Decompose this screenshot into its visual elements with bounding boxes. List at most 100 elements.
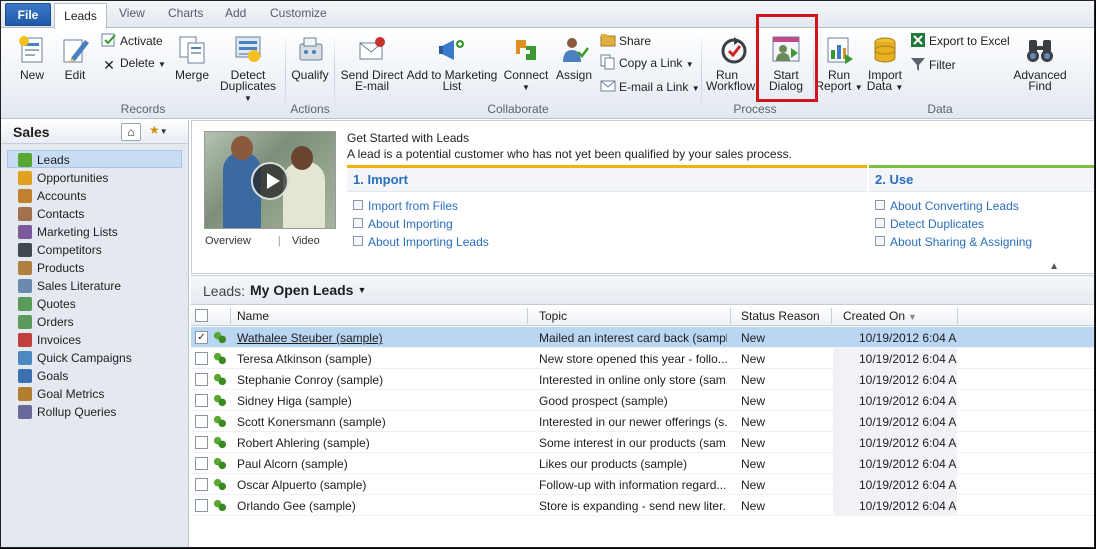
import-data-button[interactable]: Import Data ▼ bbox=[865, 34, 905, 93]
lead-name-link[interactable]: Oscar Alpuerto (sample) bbox=[237, 478, 522, 492]
home-icon[interactable]: ⌂ bbox=[121, 123, 141, 141]
advanced-find-label-2: Find bbox=[1028, 79, 1052, 93]
select-all-checkbox[interactable] bbox=[195, 309, 208, 322]
edit-button[interactable]: Edit bbox=[59, 34, 91, 81]
column-header-topic[interactable]: Topic bbox=[539, 309, 567, 323]
email-link-button[interactable]: E-mail a Link ▼ bbox=[600, 78, 700, 96]
column-header-name[interactable]: Name bbox=[237, 309, 269, 323]
table-row[interactable]: Sidney Higa (sample) Good prospect (sampl… bbox=[191, 390, 1094, 411]
nav-item[interactable]: Marketing Lists bbox=[7, 222, 182, 240]
table-row[interactable]: Stephanie Conroy (sample) Interested in o… bbox=[191, 369, 1094, 390]
export-label: Export to Excel bbox=[929, 34, 1010, 48]
table-row[interactable]: Robert Ahlering (sample) Some interest in… bbox=[191, 432, 1094, 453]
assign-button[interactable]: Assign bbox=[554, 34, 594, 81]
import-from-files-link[interactable]: Import from Files bbox=[353, 199, 458, 213]
tab-add[interactable]: Add bbox=[225, 6, 246, 20]
lead-name-link[interactable]: Robert Ahlering (sample) bbox=[237, 436, 522, 450]
crm-window: File Leads View Charts Add Customize New… bbox=[0, 0, 1095, 548]
about-sharing-assigning-link[interactable]: About Sharing & Assigning bbox=[875, 235, 1032, 249]
row-checkbox[interactable] bbox=[195, 436, 208, 449]
export-to-excel-button[interactable]: Export to Excel bbox=[910, 32, 1010, 50]
nav-item[interactable]: Leads bbox=[7, 150, 182, 168]
row-checkbox[interactable] bbox=[195, 457, 208, 470]
run-report-button[interactable]: Run Report ▼ bbox=[815, 34, 863, 93]
nav-item[interactable]: Orders bbox=[7, 312, 182, 330]
copy-link-button[interactable]: Copy a Link ▼ bbox=[600, 54, 694, 72]
nav-item-label: Opportunities bbox=[37, 171, 109, 185]
table-row[interactable]: Oscar Alpuerto (sample) Follow-up with in… bbox=[191, 474, 1094, 495]
tab-file[interactable]: File bbox=[5, 3, 51, 26]
tab-charts[interactable]: Charts bbox=[168, 6, 203, 20]
row-checkbox[interactable] bbox=[195, 415, 208, 428]
about-importing-link[interactable]: About Importing bbox=[353, 217, 453, 231]
lead-name-link[interactable]: Sidney Higa (sample) bbox=[237, 394, 522, 408]
row-checkbox[interactable] bbox=[195, 352, 208, 365]
nav-item[interactable]: Invoices bbox=[7, 330, 182, 348]
favorites-star-icon[interactable]: ★▼ bbox=[149, 123, 179, 141]
nav-item[interactable]: Competitors bbox=[7, 240, 182, 258]
table-row[interactable]: Paul Alcorn (sample) Likes our products (… bbox=[191, 453, 1094, 474]
tab-leads[interactable]: Leads bbox=[54, 3, 107, 29]
merge-button[interactable]: Merge bbox=[171, 34, 213, 81]
add-label-2: List bbox=[442, 79, 462, 93]
video-thumbnail[interactable] bbox=[204, 131, 336, 229]
nav-item[interactable]: Opportunities bbox=[7, 168, 182, 186]
group-label-data: Data bbox=[927, 102, 953, 116]
tab-view[interactable]: View bbox=[119, 6, 145, 20]
video-link[interactable]: Video bbox=[292, 235, 320, 247]
lead-name-link[interactable]: Scott Konersmann (sample) bbox=[237, 415, 522, 429]
add-to-marketing-list-button[interactable]: Add to Marketing List bbox=[405, 34, 499, 92]
view-selector[interactable]: My Open Leads ▼ bbox=[250, 282, 366, 298]
new-button[interactable]: New bbox=[15, 34, 49, 81]
column-header-status-reason[interactable]: Status Reason bbox=[741, 309, 820, 323]
lead-topic: Likes our products (sample) bbox=[539, 457, 688, 471]
nav-item[interactable]: Goals bbox=[7, 366, 182, 384]
nav-item[interactable]: Contacts bbox=[7, 204, 182, 222]
about-importing-leads-link[interactable]: About Importing Leads bbox=[353, 235, 489, 249]
nav-item[interactable]: Quick Campaigns bbox=[7, 348, 182, 366]
play-icon[interactable] bbox=[251, 162, 289, 200]
lead-name-link[interactable]: Teresa Atkinson (sample) bbox=[237, 352, 522, 366]
filter-button[interactable]: Filter bbox=[910, 56, 956, 74]
filter-icon bbox=[911, 58, 925, 71]
table-row[interactable]: Orlando Gee (sample) Store is expanding -… bbox=[191, 495, 1094, 516]
lead-status-reason: New bbox=[741, 436, 766, 450]
column-header-created-on[interactable]: Created On ▼ bbox=[843, 309, 917, 323]
activate-button[interactable]: Activate bbox=[101, 32, 163, 50]
advanced-find-button[interactable]: Advanced Find bbox=[1011, 34, 1069, 92]
row-checkbox[interactable] bbox=[195, 373, 208, 386]
about-converting-leads-link[interactable]: About Converting Leads bbox=[875, 199, 1019, 213]
collapse-chevron-up-icon[interactable]: ▲ bbox=[1049, 261, 1059, 272]
run-report-icon bbox=[827, 37, 853, 64]
nav-item[interactable]: Accounts bbox=[7, 186, 182, 204]
lead-name-link[interactable]: Paul Alcorn (sample) bbox=[237, 457, 522, 471]
accounts-icon bbox=[18, 189, 32, 203]
nav-item[interactable]: Rollup Queries bbox=[7, 402, 182, 420]
share-button[interactable]: Share bbox=[600, 32, 651, 50]
table-row[interactable]: Scott Konersmann (sample) Interested in o… bbox=[191, 411, 1094, 432]
nav-item[interactable]: Goal Metrics bbox=[7, 384, 182, 402]
lead-name-link[interactable]: Orlando Gee (sample) bbox=[237, 499, 522, 513]
row-checkbox[interactable] bbox=[195, 499, 208, 512]
connect-button[interactable]: Connect ▼ bbox=[503, 34, 549, 93]
delete-button[interactable]: ✕ Delete ▼ bbox=[101, 54, 166, 73]
row-checkbox[interactable] bbox=[195, 394, 208, 407]
qualify-button[interactable]: Qualify bbox=[290, 34, 330, 81]
main-content: Overview | Video Get Started with Leads … bbox=[191, 120, 1094, 547]
lead-name-link[interactable]: Stephanie Conroy (sample) bbox=[237, 373, 522, 387]
nav-item[interactable]: Sales Literature bbox=[7, 276, 182, 294]
tab-customize[interactable]: Customize bbox=[270, 6, 327, 20]
table-row[interactable]: Teresa Atkinson (sample) New store opened… bbox=[191, 348, 1094, 369]
send-direct-email-button[interactable]: Send Direct E-mail bbox=[339, 34, 405, 92]
row-checkbox[interactable]: ✓ bbox=[195, 331, 208, 344]
overview-link[interactable]: Overview bbox=[205, 235, 251, 247]
lead-name-link[interactable]: Wathalee Steuber (sample) bbox=[237, 331, 522, 345]
lead-created-on: 10/19/2012 6:04 AM bbox=[859, 499, 957, 513]
row-checkbox[interactable] bbox=[195, 478, 208, 491]
nav-item[interactable]: Products bbox=[7, 258, 182, 276]
run-workflow-button[interactable]: Run Workflow bbox=[706, 34, 760, 92]
table-row[interactable]: ✓ Wathalee Steuber (sample) Mailed an inte… bbox=[191, 327, 1094, 348]
nav-item[interactable]: Quotes bbox=[7, 294, 182, 312]
detect-duplicates-link[interactable]: Detect Duplicates bbox=[875, 217, 984, 231]
detect-duplicates-button[interactable]: Detect Duplicates ▼ bbox=[215, 34, 281, 104]
